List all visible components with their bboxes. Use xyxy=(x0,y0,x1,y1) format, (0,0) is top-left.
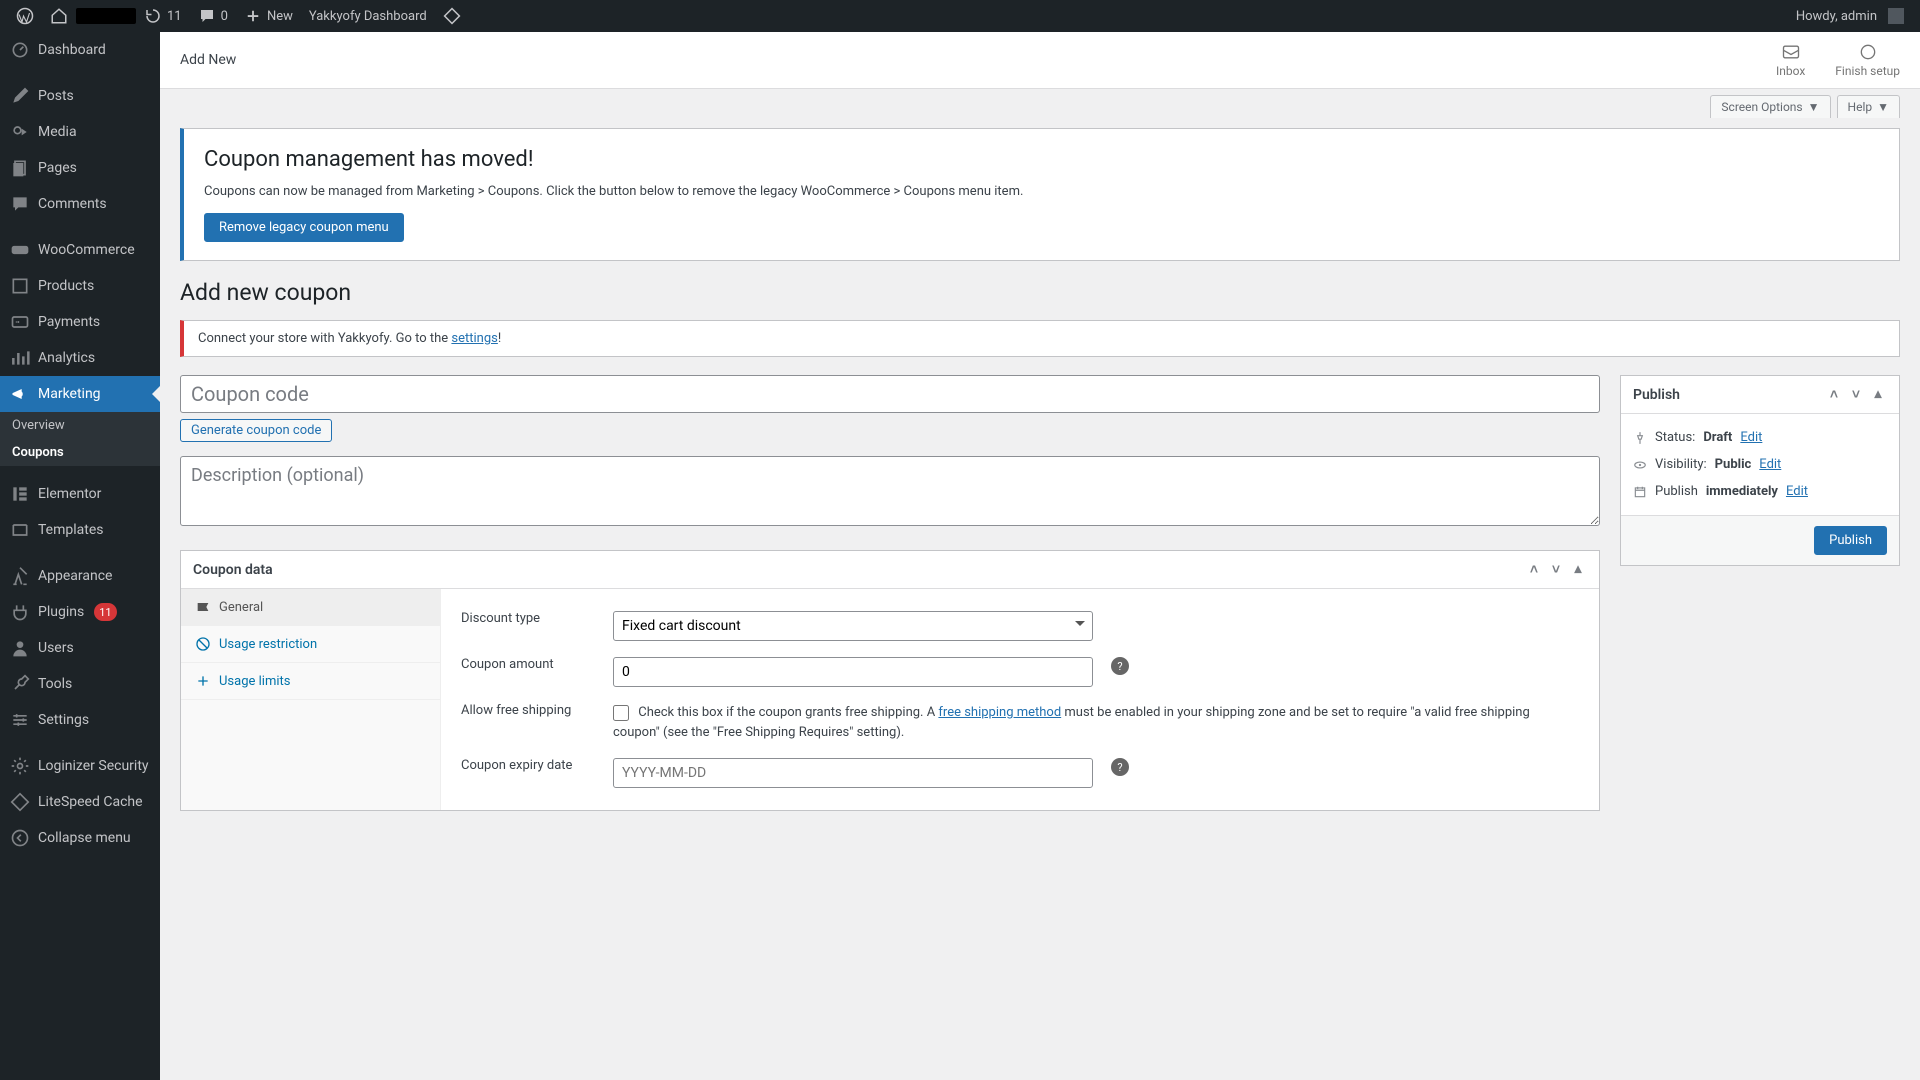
status-row: Status: Draft Edit xyxy=(1633,424,1887,451)
free-shipping-checkbox[interactable] xyxy=(613,705,629,721)
free-shipping-link[interactable]: free shipping method xyxy=(938,705,1061,720)
discount-type-select[interactable]: Fixed cart discount xyxy=(613,611,1093,641)
publish-metabox: Publish ˄ ˅ ▴ Status: Draft Edit xyxy=(1620,375,1900,566)
moved-notice: Coupon management has moved! Coupons can… xyxy=(180,128,1900,261)
menu-loginizer[interactable]: Loginizer Security xyxy=(0,748,160,784)
panel-up-icon[interactable]: ˄ xyxy=(1825,386,1843,403)
page-title: Add new coupon xyxy=(180,279,1900,306)
submenu-overview[interactable]: Overview xyxy=(0,412,160,439)
notice-body: Coupons can now be managed from Marketin… xyxy=(204,184,1879,199)
site-name-redacted[interactable] xyxy=(76,8,136,24)
admin-bar: 11 0 New Yakkyofy Dashboard Howdy, admin xyxy=(0,0,1920,32)
panel-down-icon[interactable]: ˅ xyxy=(1847,386,1865,403)
menu-comments[interactable]: Comments xyxy=(0,186,160,222)
menu-analytics[interactable]: Analytics xyxy=(0,340,160,376)
page-action-title: Add New xyxy=(180,52,236,68)
menu-elementor[interactable]: Elementor xyxy=(0,476,160,512)
menu-products[interactable]: Products xyxy=(0,268,160,304)
menu-users[interactable]: Users xyxy=(0,630,160,666)
finish-setup-button[interactable]: Finish setup xyxy=(1835,42,1900,78)
publish-button[interactable]: Publish xyxy=(1814,526,1887,555)
coupon-data-metabox: Coupon data ˄ ˅ ▴ General Usage restrict… xyxy=(180,550,1600,811)
menu-tools[interactable]: Tools xyxy=(0,666,160,702)
coupon-amount-label: Coupon amount xyxy=(461,657,601,672)
plugins-badge: 11 xyxy=(94,603,116,621)
panel-up-icon[interactable]: ˄ xyxy=(1525,561,1543,578)
settings-link[interactable]: settings xyxy=(451,331,497,346)
inbox-button[interactable]: Inbox xyxy=(1776,42,1805,78)
yakkyofy-dashboard-link[interactable]: Yakkyofy Dashboard xyxy=(301,0,435,32)
help-icon[interactable]: ? xyxy=(1111,657,1129,675)
help-tab[interactable]: Help ▼ xyxy=(1837,95,1900,118)
submenu-marketing: Overview Coupons xyxy=(0,412,160,466)
menu-collapse[interactable]: Collapse menu xyxy=(0,820,160,856)
menu-appearance[interactable]: Appearance xyxy=(0,558,160,594)
schedule-row: Publish immediately Edit xyxy=(1633,478,1887,505)
menu-litespeed[interactable]: LiteSpeed Cache xyxy=(0,784,160,820)
panel-down-icon[interactable]: ˅ xyxy=(1547,561,1565,578)
edit-schedule-link[interactable]: Edit xyxy=(1786,484,1808,499)
menu-settings[interactable]: Settings xyxy=(0,702,160,738)
updates-link[interactable]: 11 xyxy=(136,0,190,32)
menu-marketing[interactable]: Marketing xyxy=(0,376,160,412)
coupon-data-tabs: General Usage restriction Usage limits xyxy=(181,589,441,810)
tab-usage-limits[interactable]: Usage limits xyxy=(181,663,440,700)
coupon-amount-input[interactable] xyxy=(613,657,1093,687)
menu-templates[interactable]: Templates xyxy=(0,512,160,548)
panel-toggle-icon[interactable]: ▴ xyxy=(1569,561,1587,578)
notice-title: Coupon management has moved! xyxy=(204,147,1879,172)
account-menu[interactable]: Howdy, admin xyxy=(1788,0,1912,32)
menu-woocommerce[interactable]: WooCommerce xyxy=(0,232,160,268)
updates-count: 11 xyxy=(167,9,182,24)
comments-link[interactable]: 0 xyxy=(190,0,236,32)
panel-toggle-icon[interactable]: ▴ xyxy=(1869,386,1887,403)
description-textarea[interactable] xyxy=(180,456,1600,526)
site-home[interactable] xyxy=(42,0,76,32)
discount-type-label: Discount type xyxy=(461,611,601,626)
coupon-code-input[interactable] xyxy=(180,375,1600,413)
avatar xyxy=(1888,8,1904,24)
remove-legacy-button[interactable]: Remove legacy coupon menu xyxy=(204,213,404,242)
expiry-input[interactable] xyxy=(613,758,1093,788)
yakkyofy-alert: Connect your store with Yakkyofy. Go to … xyxy=(180,320,1900,357)
edit-status-link[interactable]: Edit xyxy=(1740,430,1762,445)
free-shipping-label: Allow free shipping xyxy=(461,703,601,718)
wp-logo[interactable] xyxy=(8,0,42,32)
top-strip: Add New Inbox Finish setup xyxy=(160,32,1920,89)
help-icon[interactable]: ? xyxy=(1111,758,1129,776)
expiry-label: Coupon expiry date xyxy=(461,758,601,773)
new-content[interactable]: New xyxy=(236,0,301,32)
main-content: Add New Inbox Finish setup Screen Option… xyxy=(160,32,1920,1080)
coupon-data-title: Coupon data xyxy=(193,562,273,578)
edit-visibility-link[interactable]: Edit xyxy=(1759,457,1781,472)
menu-posts[interactable]: Posts xyxy=(0,78,160,114)
calendar-icon xyxy=(1633,485,1647,499)
tab-general[interactable]: General xyxy=(181,589,440,626)
menu-dashboard[interactable]: Dashboard xyxy=(0,32,160,68)
generate-code-button[interactable]: Generate coupon code xyxy=(180,419,332,442)
screen-options-tab[interactable]: Screen Options ▼ xyxy=(1710,95,1830,118)
submenu-coupons[interactable]: Coupons xyxy=(0,439,160,466)
comments-count: 0 xyxy=(221,9,228,24)
menu-media[interactable]: Media xyxy=(0,114,160,150)
eye-icon xyxy=(1633,458,1647,472)
menu-payments[interactable]: Payments xyxy=(0,304,160,340)
menu-plugins[interactable]: Plugins11 xyxy=(0,594,160,630)
screen-meta-tabs: Screen Options ▼ Help ▼ xyxy=(160,89,1920,118)
visibility-row: Visibility: Public Edit xyxy=(1633,451,1887,478)
menu-pages[interactable]: Pages xyxy=(0,150,160,186)
yakkyofy-icon[interactable] xyxy=(435,0,469,32)
admin-sidebar: Dashboard Posts Media Pages Comments Woo… xyxy=(0,32,160,1080)
publish-title: Publish xyxy=(1633,387,1680,403)
tab-usage-restriction[interactable]: Usage restriction xyxy=(181,626,440,663)
pin-icon xyxy=(1633,431,1647,445)
